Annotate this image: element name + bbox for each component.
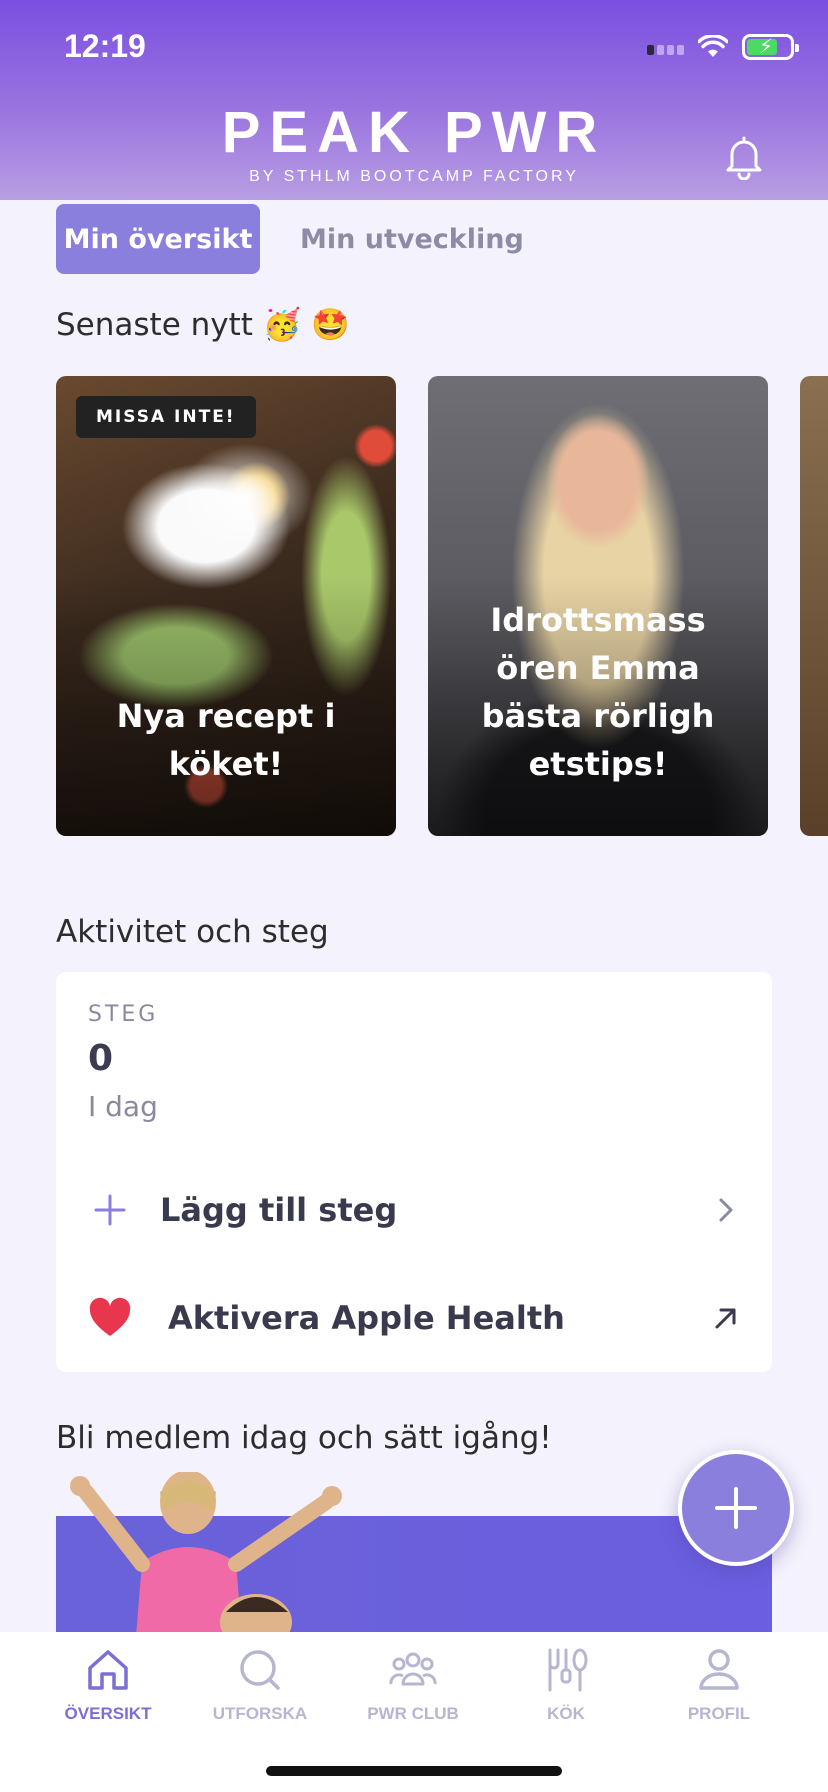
- status-icons: ⚡: [647, 34, 799, 60]
- nav-pwr-club[interactable]: PWR CLUB: [338, 1646, 488, 1724]
- cellular-signal-icon: [647, 39, 684, 55]
- activity-card: STEG 0 I dag Lägg till steg Aktivera App…: [56, 972, 772, 1372]
- app-header: 12:19 ⚡ PEAK PWR BY STHLM BOOTCAMP FACTO…: [0, 0, 828, 200]
- steps-value: 0: [88, 1038, 114, 1079]
- news-section-title: Senaste nytt 🥳 🤩: [56, 307, 350, 343]
- member-section-title: Bli medlem idag och sätt igång!: [56, 1420, 552, 1456]
- nav-profil[interactable]: PROFIL: [644, 1646, 794, 1724]
- news-card[interactable]: Idrottsmass ören Emma bästa rörligh etst…: [428, 376, 768, 836]
- profile-icon: [699, 1649, 739, 1690]
- missa-inte-badge: MISSA INTE!: [76, 396, 256, 438]
- nav-label: PWR CLUB: [367, 1704, 459, 1723]
- nav-label: ÖVERSIKT: [64, 1704, 152, 1723]
- heart-icon: [89, 1297, 131, 1336]
- chevron-right-icon: [719, 1198, 733, 1222]
- member-banner[interactable]: [56, 1472, 772, 1636]
- group-icon: [389, 1652, 437, 1686]
- nav-utforska[interactable]: UTFORSKA: [185, 1646, 335, 1724]
- nav-kok[interactable]: KÖK: [491, 1646, 641, 1724]
- tab-min-oversikt[interactable]: Min översikt: [56, 204, 260, 274]
- nav-label: UTFORSKA: [212, 1704, 308, 1723]
- status-time: 12:19: [64, 28, 146, 64]
- nav-oversikt[interactable]: ÖVERSIKT: [33, 1646, 183, 1724]
- battery-icon: ⚡: [742, 34, 799, 60]
- logo-main: PEAK PWR: [221, 100, 607, 165]
- tab-bar: Min översikt Min utveckling: [56, 204, 540, 274]
- home-icon: [88, 1650, 128, 1690]
- add-steps-label: Lägg till steg: [160, 1191, 398, 1229]
- logo-sub: BY STHLM BOOTCAMP FACTORY: [249, 168, 579, 185]
- news-card-title: Nya recept i köket!: [116, 697, 336, 783]
- search-icon: [240, 1650, 280, 1690]
- add-fab-button[interactable]: [678, 1450, 794, 1566]
- external-link-arrow-icon: [715, 1308, 736, 1329]
- kitchen-utensils-icon: [548, 1648, 588, 1692]
- news-carousel[interactable]: MISSA INTE! Nya recept i köket! Idrottsm…: [56, 376, 828, 836]
- nav-label: PROFIL: [687, 1704, 751, 1723]
- steps-period: I dag: [88, 1090, 158, 1123]
- apple-health-label: Aktivera Apple Health: [168, 1299, 565, 1337]
- plus-icon: [94, 1194, 126, 1226]
- news-card[interactable]: [800, 376, 828, 836]
- add-steps-button[interactable]: Lägg till steg: [56, 1170, 772, 1250]
- banner-people-image: [70, 1472, 342, 1636]
- home-indicator: [266, 1766, 562, 1776]
- news-card[interactable]: MISSA INTE! Nya recept i köket!: [56, 376, 396, 836]
- app-logo: PEAK PWR BY STHLM BOOTCAMP FACTORY: [0, 104, 828, 186]
- steps-label: STEG: [88, 1002, 159, 1027]
- wifi-icon: [698, 35, 728, 57]
- tab-min-utveckling[interactable]: Min utveckling: [284, 204, 540, 274]
- plus-icon: [715, 1487, 757, 1529]
- bell-icon[interactable]: [724, 134, 764, 180]
- activity-section-title: Aktivitet och steg: [56, 914, 329, 950]
- apple-health-button[interactable]: Aktivera Apple Health: [56, 1278, 772, 1358]
- nav-label: KÖK: [547, 1704, 585, 1723]
- news-card-title: Idrottsmass ören Emma bästa rörligh etst…: [481, 601, 715, 783]
